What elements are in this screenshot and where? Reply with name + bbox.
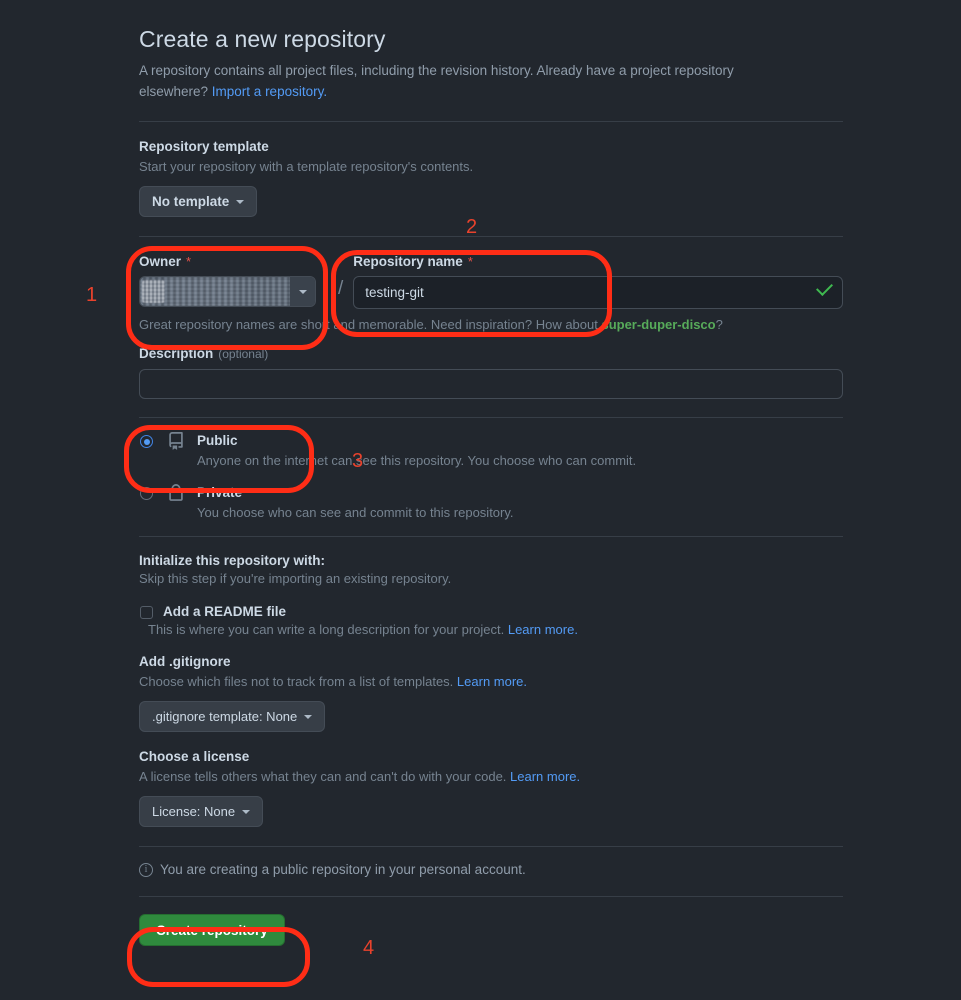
license-dropdown[interactable]: License: None: [139, 796, 264, 827]
owner-select-caret[interactable]: [290, 277, 315, 306]
readme-option[interactable]: Add a README file: [139, 604, 843, 619]
repository-name-field-group: Repository name *: [353, 254, 843, 309]
license-description-text: A license tells others what they can and…: [139, 769, 511, 784]
visibility-private-text: Private You choose who can see and commi…: [197, 484, 514, 520]
description-section: Description (optional): [139, 346, 843, 399]
visibility-public-title: Public: [197, 433, 238, 448]
radio-public[interactable]: [140, 435, 153, 448]
no-template-dropdown-label: No template: [152, 194, 230, 209]
license-section: Choose a license A license tells others …: [139, 749, 843, 827]
readme-label: Add a README file: [163, 604, 287, 619]
radio-private[interactable]: [140, 487, 153, 500]
create-repository-page: Create a new repository A repository con…: [0, 0, 961, 1000]
gitignore-label: Add .gitignore: [139, 654, 231, 669]
chevron-down-icon: [242, 809, 251, 814]
initialize-subtitle: Skip this step if you're importing an ex…: [139, 571, 452, 586]
initialize-section: Initialize this repository with: Skip th…: [139, 553, 843, 827]
chevron-down-icon: [298, 289, 307, 294]
visibility-options: Public Anyone on the internet can see th…: [139, 432, 843, 520]
license-description: A license tells others what they can and…: [139, 767, 843, 786]
divider: [139, 121, 843, 122]
repository-name-help-prefix: Great repository names are short and mem…: [139, 317, 602, 332]
readme-text: Add a README file: [163, 604, 286, 619]
visibility-private-title: Private: [197, 485, 243, 500]
gitignore-section: Add .gitignore Choose which files not to…: [139, 654, 843, 732]
page-title: Create a new repository: [139, 26, 386, 52]
visibility-public-description: Anyone on the internet can see this repo…: [197, 453, 637, 468]
owner-label: Owner: [139, 254, 182, 269]
repository-template-section: Repository template Start your repositor…: [139, 139, 843, 217]
gitignore-learn-more-link[interactable]: Learn more.: [457, 674, 527, 689]
repository-name-required-mark: *: [467, 254, 473, 269]
repository-name-label: Repository name: [353, 254, 463, 269]
repository-template-label: Repository template: [139, 139, 269, 154]
visibility-public-text: Public Anyone on the internet can see th…: [197, 432, 636, 468]
description-label: Description: [139, 346, 214, 361]
owner-required-mark: *: [186, 254, 192, 269]
description-optional-note: (optional): [218, 346, 269, 361]
owner-label-row: Owner *: [139, 254, 329, 269]
owner-field-group: Owner *: [139, 254, 329, 307]
owner-name-separator: /: [338, 278, 344, 299]
repository-template-help: Start your repository with a template re…: [139, 159, 474, 174]
chevron-down-icon: [304, 714, 313, 719]
info-icon: i: [139, 862, 153, 877]
initialize-title: Initialize this repository with:: [139, 553, 326, 568]
readme-description: This is where you can write a long descr…: [148, 622, 843, 637]
readme-description-text: This is where you can write a long descr…: [148, 622, 508, 637]
repository-name-help: Great repository names are short and mem…: [139, 317, 843, 332]
visibility-note-text: You are creating a public repository in …: [160, 862, 526, 877]
no-template-dropdown[interactable]: No template: [139, 186, 258, 217]
license-dropdown-label: License: None: [152, 804, 236, 819]
visibility-note: i You are creating a public repository i…: [139, 862, 843, 877]
gitignore-description-text: Choose which files not to track from a l…: [139, 674, 457, 689]
visibility-option-public[interactable]: Public Anyone on the internet can see th…: [139, 432, 843, 468]
divider: [139, 536, 843, 537]
avatar: [142, 280, 165, 303]
owner-and-name-row: Owner * / Repository name *: [139, 254, 843, 309]
page-description: A repository contains all project files,…: [139, 60, 799, 102]
repository-name-input[interactable]: [353, 276, 843, 309]
new-repository-form: Create a new repository A repository con…: [139, 26, 843, 946]
lock-icon: [167, 484, 185, 507]
description-input[interactable]: [139, 369, 843, 399]
chevron-down-icon: [236, 199, 245, 204]
license-label: Choose a license: [139, 749, 250, 764]
owner-select[interactable]: [139, 276, 316, 307]
description-label-row: Description (optional): [139, 346, 843, 361]
repository-name-label-row: Repository name *: [353, 254, 843, 269]
divider: [139, 846, 843, 847]
repository-name-input-wrap: [353, 269, 843, 309]
gitignore-template-dropdown[interactable]: .gitignore template: None: [139, 701, 326, 732]
gitignore-template-dropdown-label: .gitignore template: None: [152, 709, 298, 724]
visibility-private-description: You choose who can see and commit to thi…: [197, 505, 514, 520]
divider: [139, 417, 843, 418]
readme-checkbox[interactable]: [140, 606, 153, 619]
readme-learn-more-link[interactable]: Learn more.: [508, 622, 578, 637]
repo-book-icon: [167, 432, 185, 455]
gitignore-description: Choose which files not to track from a l…: [139, 672, 843, 691]
annotation-number-1: 1: [86, 284, 98, 306]
license-learn-more-link[interactable]: Learn more.: [510, 769, 580, 784]
visibility-option-private[interactable]: Private You choose who can see and commi…: [139, 484, 843, 520]
import-repository-link[interactable]: Import a repository.: [212, 84, 327, 99]
repository-name-suggestion[interactable]: super-duper-disco: [601, 317, 715, 332]
divider: [139, 896, 843, 897]
divider: [139, 236, 843, 237]
repository-name-help-suffix: ?: [715, 317, 723, 332]
create-repository-button[interactable]: Create repository: [139, 914, 285, 946]
